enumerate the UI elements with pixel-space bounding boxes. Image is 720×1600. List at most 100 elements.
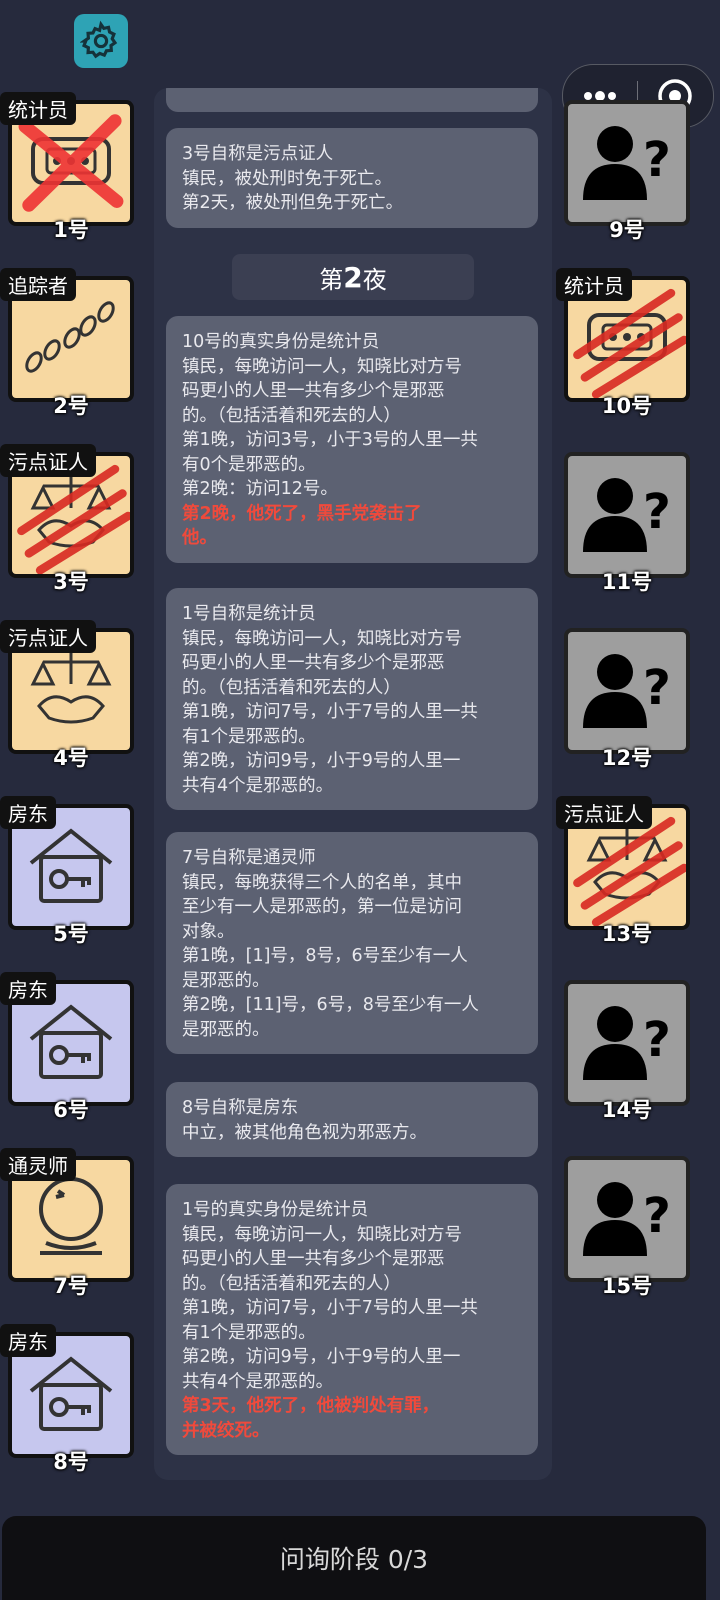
log-line: 的。（包括活着和死去的人） (182, 405, 401, 426)
footprints-icon (16, 292, 126, 386)
log-line: 共有4个是邪恶的。 (182, 775, 334, 796)
role-label: 污点证人 (0, 444, 96, 477)
role-label: 房东 (0, 972, 56, 1005)
log-line: 镇民，每晚访问一人，知晓比对方号 (182, 356, 462, 377)
log-entry: 7号自称是通灵师 镇民，每晚获得三个人的名单，其中 至少有一人是邪恶的，第一位是访问… (166, 832, 538, 1054)
log-line: 的。（包括活着和死去的人） (182, 1273, 401, 1294)
phase-bar[interactable]: 问询阶段 0/3 (2, 1516, 706, 1600)
player-number: 8号 (53, 1450, 89, 1474)
player-seat-8号[interactable]: 房东 8号 (0, 1324, 136, 1474)
player-seat-4号[interactable]: 污点证人 4号 (0, 620, 136, 770)
player-seat-13号[interactable]: 污点证人 13号 (556, 796, 692, 946)
phase-label: 问询阶段 0/3 (279, 1545, 429, 1574)
unknown-person-icon: ? (577, 644, 677, 738)
log-line: 第2晚：访问12号。 (182, 479, 338, 499)
log-entry: 1号的真实身份是统计员 镇民，每晚访问一人，知晓比对方号 码更小的人里一共有多少个是… (166, 1184, 538, 1455)
log-line: 镇民，每晚获得三个人的名单，其中 (182, 872, 462, 893)
role-label: 污点证人 (556, 796, 652, 829)
player-number: 13号 (601, 922, 653, 946)
player-number: 3号 (53, 570, 89, 594)
player-number: 1号 (53, 218, 89, 242)
player-number: 6号 (53, 1098, 89, 1122)
night-label-num: 2 (343, 260, 363, 294)
log-line: 7号自称是通灵师 (182, 848, 316, 868)
log-line: 的。（包括活着和死去的人） (182, 677, 401, 698)
death-line: 第3天，他死了，他被判处有罪， (182, 1396, 440, 1416)
log-line: 第1晚，[1]号，8号，6号至少有一人 (182, 946, 468, 966)
svg-text:?: ? (643, 132, 671, 188)
player-seat-2号[interactable]: 追踪者 2号 (0, 268, 136, 418)
gear-icon (80, 20, 118, 59)
log-line: 对象。 (182, 921, 235, 942)
log-line: 第1晚，访问7号，小于7号的人里一共 (182, 702, 478, 722)
player-seat-12号[interactable]: ? 12号 (556, 628, 692, 770)
role-label: 统计员 (0, 92, 76, 125)
log-line: 第1晚，访问7号，小于7号的人里一共 (182, 1298, 478, 1318)
house-key-icon (23, 999, 119, 1087)
player-seat-6号[interactable]: 房东 6号 (0, 972, 136, 1122)
log-line: 10号的真实身份是统计员 (182, 332, 380, 352)
scales-handshake-icon (21, 644, 121, 738)
svg-text:?: ? (643, 1188, 671, 1244)
player-seat-15号[interactable]: ? 15号 (556, 1156, 692, 1298)
player-number: 11号 (601, 570, 653, 594)
player-seat-14号[interactable]: ? 14号 (556, 980, 692, 1122)
night-label-suffix: 夜 (362, 265, 387, 294)
unknown-person-icon: ? (577, 116, 677, 210)
player-seat-10号[interactable]: 统计员 10号 (556, 268, 692, 418)
log-line: 是邪恶的。 (182, 970, 270, 991)
role-label: 追踪者 (0, 268, 76, 301)
player-number: 9号 (609, 218, 645, 242)
role-label: 房东 (0, 1324, 56, 1357)
log-entry: 1号自称是统计员镇民，每晚访问一人，知晓比对方号 码更小的人里一共有多少个是邪恶的… (166, 588, 538, 810)
log-line: 镇民，被处刑时免于死亡。 (182, 168, 392, 189)
log-line: 镇民，每晚访问一人，知晓比对方号 (182, 628, 462, 649)
log-line: 第1晚，访问3号，小于3号的人里一共 (182, 430, 478, 450)
svg-text:?: ? (643, 484, 671, 540)
player-card[interactable]: ? (564, 628, 690, 754)
player-number: 12号 (601, 746, 653, 770)
log-entry: 3号自称是污点证人镇民，被处刑时免于死亡。 第2天，被处刑但免于死亡。 (166, 128, 538, 228)
log-line: 1号自称是统计员 (182, 604, 316, 624)
death-line: 第2晚，他死了，黑手党袭击了 (182, 503, 422, 524)
role-label: 通灵师 (0, 1148, 76, 1181)
unknown-person-icon: ? (577, 996, 677, 1090)
log-entry: 8号自称是房东 中立，被其他角色视为邪恶方。 (166, 1082, 538, 1157)
player-number: 5号 (53, 922, 89, 946)
role-label: 统计员 (556, 268, 632, 301)
player-card[interactable]: ? (564, 1156, 690, 1282)
player-card[interactable]: ? (564, 452, 690, 578)
player-number: 7号 (53, 1274, 89, 1298)
log-line: 第2天，被处刑但免于死亡。 (182, 193, 404, 213)
player-seat-3号[interactable]: 污点证人 3号 (0, 444, 136, 594)
log-line: 3号自称是污点证人 (182, 144, 334, 164)
death-line: 并被绞死。 (182, 1420, 270, 1441)
settings-button[interactable] (74, 14, 128, 68)
house-key-icon (23, 823, 119, 911)
player-card[interactable]: ? (564, 980, 690, 1106)
log-line: 第2晚，访问9号，小于9号的人里一 (182, 751, 461, 771)
night-header: 第2夜 (232, 254, 474, 300)
svg-text:?: ? (643, 1012, 671, 1068)
player-number: 10号 (601, 394, 653, 418)
log-line: 共有4个是邪恶的。 (182, 1371, 334, 1392)
player-number: 2号 (53, 394, 89, 418)
player-seat-9号[interactable]: ? 9号 (556, 100, 692, 242)
log-line: 码更小的人里一共有多少个是邪恶 (182, 381, 445, 401)
player-seat-1号[interactable]: 统计员 1号 (0, 92, 136, 242)
log-previous-entry (166, 88, 538, 112)
role-label: 污点证人 (0, 620, 96, 653)
crystal-ball-icon (26, 1167, 116, 1271)
player-card[interactable]: ? (564, 100, 690, 226)
svg-text:?: ? (643, 660, 671, 716)
player-seat-5号[interactable]: 房东 5号 (0, 796, 136, 946)
log-line: 码更小的人里一共有多少个是邪恶 (182, 1249, 445, 1269)
player-number: 4号 (53, 746, 89, 770)
player-number: 14号 (601, 1098, 653, 1122)
player-seat-7号[interactable]: 通灵师 7号 (0, 1148, 136, 1298)
log-line: 有1个是邪恶的。 (182, 1322, 316, 1343)
log-entry: 10号的真实身份是统计员镇民，每晚访问一人，知晓比对方号 码更小的人里一共有多少个… (166, 316, 538, 563)
log-line: 有0个是邪恶的。 (182, 454, 316, 475)
player-seat-11号[interactable]: ? 11号 (556, 452, 692, 594)
log-line: 码更小的人里一共有多少个是邪恶 (182, 653, 445, 673)
